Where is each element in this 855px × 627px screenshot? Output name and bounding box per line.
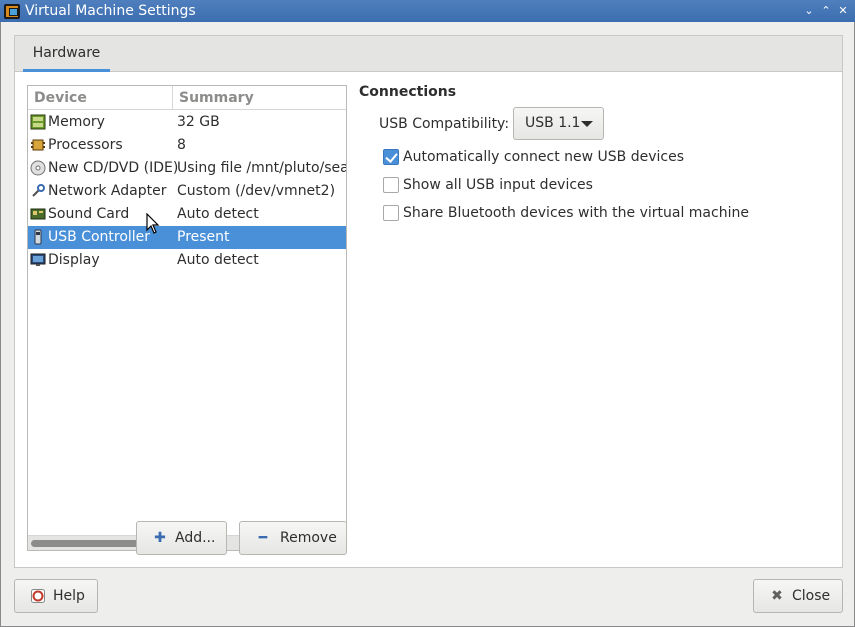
show-usb-input-label[interactable]: Show all USB input devices	[403, 176, 593, 194]
usb-compatibility-label: USB Compatibility:	[379, 116, 510, 132]
plus-icon: ✚	[154, 530, 166, 546]
device-summary: 8	[177, 137, 186, 153]
device-row-network-adapter[interactable]: Network Adapter Custom (/dev/vmnet2)	[28, 180, 346, 203]
device-name: Memory	[48, 114, 105, 130]
maximize-icon[interactable]: ⌃	[818, 3, 834, 19]
dropdown-value: USB 1.1	[525, 115, 581, 131]
device-summary: Using file /mnt/pluto/seaga	[177, 160, 346, 176]
device-name: Network Adapter	[48, 183, 167, 199]
device-summary: 32 GB	[177, 114, 220, 130]
device-summary: Present	[177, 229, 230, 245]
device-row-sound-card[interactable]: Sound Card Auto detect	[28, 203, 346, 226]
close-icon: ✖	[771, 588, 783, 604]
device-row-memory[interactable]: Memory 32 GB	[28, 111, 346, 134]
close-window-icon[interactable]: ✕	[835, 3, 851, 19]
tab-hardware[interactable]: Hardware	[23, 36, 110, 72]
remove-device-button[interactable]: ━ Remove	[239, 521, 347, 555]
window-title: Virtual Machine Settings	[25, 3, 196, 19]
show-usb-input-checkbox[interactable]	[383, 177, 399, 193]
device-name: Processors	[48, 137, 123, 153]
minus-icon: ━	[258, 530, 268, 546]
connections-title: Connections	[359, 84, 457, 100]
help-icon	[31, 589, 45, 603]
device-row-cd-dvd[interactable]: New CD/DVD (IDE) Using file /mnt/pluto/s…	[28, 157, 346, 180]
share-bluetooth-label[interactable]: Share Bluetooth devices with the virtual…	[403, 204, 749, 222]
help-button[interactable]: Help	[14, 579, 98, 613]
device-name: Display	[48, 252, 100, 268]
network-icon	[32, 184, 45, 197]
device-summary: Auto detect	[177, 206, 259, 222]
device-summary: Auto detect	[177, 252, 259, 268]
device-name: USB Controller	[48, 229, 151, 245]
device-row-usb-controller[interactable]: USB Controller Present	[28, 226, 346, 249]
settings-notebook: Hardware Device Summary Memory 32 GB Pro…	[14, 35, 843, 568]
auto-connect-usb-label[interactable]: Automatically connect new USB devices	[403, 148, 684, 166]
minimize-icon[interactable]: ⌄	[801, 3, 817, 19]
device-row-display[interactable]: Display Auto detect	[28, 249, 346, 272]
add-button-label: Add...	[175, 530, 216, 546]
processor-icon	[31, 139, 45, 151]
device-name: New CD/DVD (IDE)	[48, 160, 179, 176]
device-list[interactable]: Device Summary Memory 32 GB Processors 8…	[27, 85, 347, 551]
usb-icon	[34, 229, 42, 245]
close-button[interactable]: ✖ Close	[753, 579, 843, 613]
add-device-button[interactable]: ✚ Add...	[136, 521, 227, 555]
device-rows: Memory 32 GB Processors 8 New CD/DVD (ID…	[28, 111, 346, 272]
cd-dvd-icon	[30, 160, 46, 176]
help-button-label: Help	[53, 588, 85, 604]
title-bar[interactable]: Virtual Machine Settings ⌄ ⌃ ✕	[0, 0, 855, 22]
memory-icon	[30, 114, 46, 130]
device-name: Sound Card	[48, 206, 130, 222]
sound-card-icon	[30, 208, 46, 220]
column-header-device[interactable]: Device	[28, 86, 173, 110]
share-bluetooth-checkbox[interactable]	[383, 205, 399, 221]
dropdown-arrow-icon	[581, 121, 593, 127]
close-button-label: Close	[792, 588, 831, 604]
display-icon	[30, 253, 46, 266]
device-row-processors[interactable]: Processors 8	[28, 134, 346, 157]
list-header: Device Summary	[28, 86, 346, 110]
mouse-cursor-icon	[146, 213, 160, 234]
usb-compatibility-dropdown[interactable]: USB 1.1	[513, 107, 604, 140]
tab-strip: Hardware	[15, 36, 842, 72]
column-header-summary[interactable]: Summary	[173, 86, 346, 110]
auto-connect-usb-checkbox[interactable]	[383, 149, 399, 165]
device-summary: Custom (/dev/vmnet2)	[177, 183, 336, 199]
window-body: Hardware Device Summary Memory 32 GB Pro…	[0, 22, 855, 627]
app-icon	[4, 4, 20, 19]
remove-button-label: Remove	[280, 530, 337, 546]
